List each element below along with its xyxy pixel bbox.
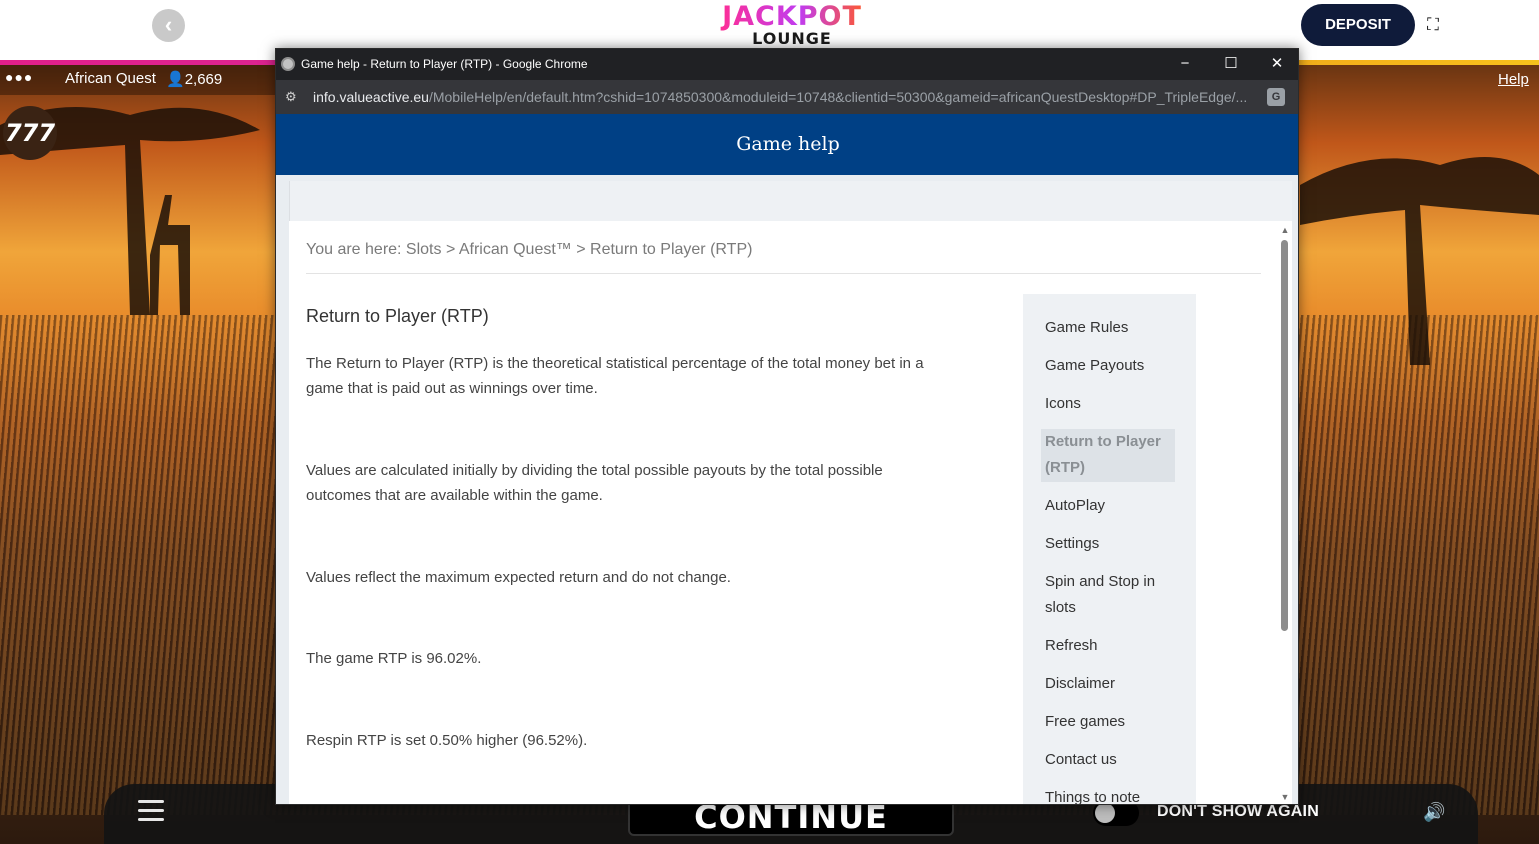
chrome-icon [281,57,295,71]
url-path: /MobileHelp/en/default.htm?cshid=1074850… [428,89,1248,105]
paragraph-game-rtp: The game RTP is 96.02%. [306,650,482,667]
acacia-tree-right [1300,157,1539,365]
game-help-link[interactable]: Help [1498,71,1529,88]
chevron-left-icon: ‹ [164,12,173,37]
site-logo[interactable]: JACKPOT LOUNGE [718,2,866,48]
window-titlebar: Game help - Return to Player (RTP) - Goo… [276,49,1298,80]
help-header-title: Game help [276,114,1298,175]
address-bar[interactable]: ⚙ info.valueactive.eu/MobileHelp/en/defa… [276,80,1298,114]
game-name: African Quest [65,70,156,87]
more-dots-icon[interactable]: ●●● [5,69,33,85]
breadcrumb-divider [306,273,1261,274]
logo-text-bottom: LOUNGE [752,29,832,48]
back-button[interactable]: ‹ [152,9,185,42]
scroll-up-arrow-icon[interactable]: ▲ [1280,225,1290,235]
game-info-bar: ●●● African Quest 👤2,669 [0,65,275,95]
window-title: Game help - Return to Player (RTP) - Goo… [301,57,588,71]
minimize-icon[interactable]: − [1170,53,1200,75]
nav-game-rules[interactable]: Game Rules [1045,315,1128,341]
fullscreen-icon[interactable]: ⛶ [1423,15,1443,35]
hamburger-menu-icon[interactable] [138,800,164,824]
deposit-button[interactable]: DEPOSIT [1301,4,1415,46]
paragraph-calculation: Values are calculated initially by divid… [306,462,883,504]
777-badge: 777 [3,106,57,160]
nav-disclaimer[interactable]: Disclaimer [1045,671,1115,697]
dont-show-again-label: DON'T SHOW AGAIN [1157,803,1319,820]
player-count-value: 2,669 [184,71,223,88]
scroll-down-arrow-icon[interactable]: ▼ [1280,792,1290,802]
nav-return-to-player[interactable]: Return to Player (RTP) [1045,429,1175,481]
nav-icons[interactable]: Icons [1045,391,1081,417]
close-icon[interactable]: ✕ [1262,53,1292,75]
paragraph-definition: The Return to Player (RTP) is the theore… [306,355,924,397]
paragraph-values: Values reflect the maximum expected retu… [306,569,731,586]
url-text[interactable]: info.valueactive.eu/MobileHelp/en/defaul… [313,89,1258,105]
nav-contact-us[interactable]: Contact us [1045,747,1117,773]
logo-text-top: JACKPOT [718,2,866,32]
nav-settings[interactable]: Settings [1045,531,1099,557]
site-settings-icon[interactable]: ⚙ [285,90,299,104]
page-title: Return to Player (RTP) [306,306,489,326]
nav-game-payouts[interactable]: Game Payouts [1045,353,1144,379]
sound-icon[interactable]: 🔊 [1423,802,1445,823]
nav-things-to-note[interactable]: Things to note [1045,785,1140,804]
toggle-knob [1095,803,1115,823]
nav-free-games[interactable]: Free games [1045,709,1125,735]
scrollbar-thumb[interactable] [1281,240,1288,631]
nav-autoplay[interactable]: AutoPlay [1045,493,1105,519]
breadcrumb[interactable]: You are here: Slots > African Quest™ > R… [306,241,752,259]
nav-spin-and-stop[interactable]: Spin and Stop in slots [1045,569,1175,621]
paragraph-respin-rtp: Respin RTP is set 0.50% higher (96.52%). [306,732,588,749]
translate-icon[interactable]: G [1267,88,1285,106]
url-host: info.valueactive.eu [313,89,429,105]
maximize-icon[interactable]: ☐ [1216,53,1246,75]
help-popup-window: Game help - Return to Player (RTP) - Goo… [275,48,1299,805]
nav-refresh[interactable]: Refresh [1045,633,1098,659]
user-icon: 👤 [166,71,185,88]
player-count: 👤2,669 [166,70,222,88]
sub-toolbar [289,181,1292,221]
